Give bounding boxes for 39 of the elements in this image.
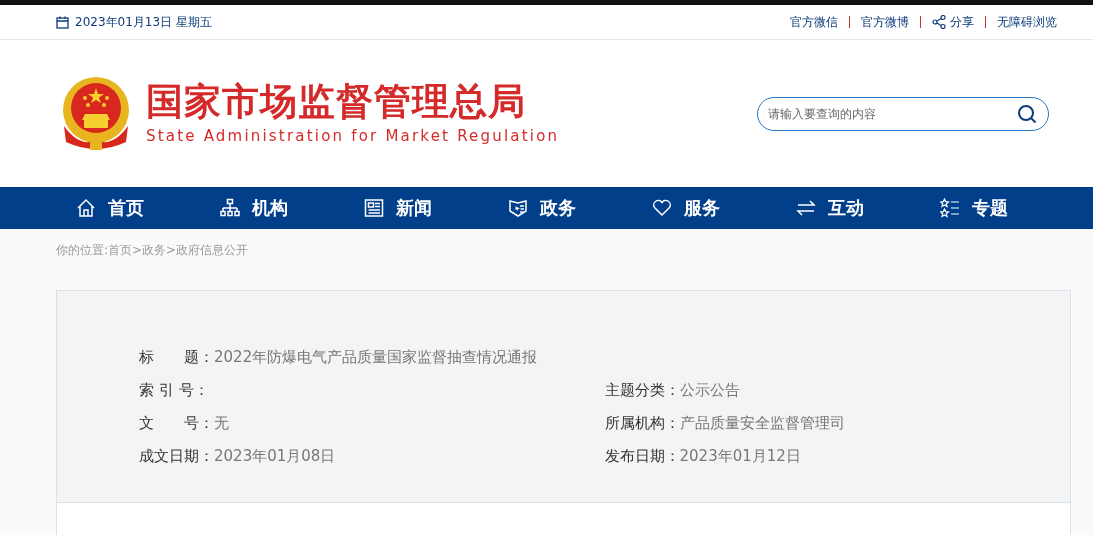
heart-icon	[652, 198, 672, 218]
top-link[interactable]: 无障碍浏览	[997, 13, 1057, 31]
top-link[interactable]: 官方微博	[861, 13, 909, 31]
breadcrumb: 你的位置:首页>政务>政府信息公开	[56, 242, 250, 259]
nav-link[interactable]: 政务	[540, 196, 576, 220]
top-link[interactable]: 官方微信	[790, 13, 838, 31]
newspaper-icon	[364, 198, 384, 218]
nav-link[interactable]: 专题	[972, 196, 1008, 220]
field-label: 标 题：	[139, 348, 214, 367]
field-value: 2023年01月08日	[214, 447, 336, 465]
field-label: 所属机构：	[604, 414, 680, 432]
site-title: 国家市场监督管理总局	[146, 82, 527, 123]
field-value: 无	[214, 414, 229, 432]
swap-arrows-icon	[796, 198, 816, 218]
nav-link[interactable]: 互动	[828, 196, 864, 220]
star-list-icon	[940, 198, 960, 218]
home-icon	[76, 198, 96, 218]
field-label: 成文日期：	[139, 447, 214, 465]
field-value: 2022年防爆电气产品质量国家监督抽查情况通报	[214, 348, 538, 367]
top-link[interactable]: 分享	[932, 13, 974, 31]
field-value: 公示公告	[679, 381, 740, 399]
nav-link[interactable]: 新闻	[396, 196, 432, 220]
field-label: 发布日期：	[604, 447, 680, 465]
search-field[interactable]: 请输入要查询的内容	[757, 96, 1049, 131]
field-label: 索 引 号：	[139, 381, 209, 399]
share-icon	[932, 15, 946, 29]
site-subtitle: State Administration for Market Regulation	[146, 126, 560, 145]
calendar-icon	[56, 15, 69, 29]
hierarchy-icon	[220, 198, 240, 218]
nav-link[interactable]: 服务	[684, 196, 720, 220]
field-value: 产品质量安全监督管理司	[679, 414, 845, 432]
field-label: 文 号：	[139, 414, 214, 432]
search-icon[interactable]	[1017, 103, 1037, 124]
shield-star-icon	[508, 198, 528, 218]
field-label: 主题分类：	[604, 381, 680, 399]
nav-link[interactable]: 首页	[108, 196, 144, 220]
current-date: 2023年01月13日 星期五	[75, 13, 212, 31]
field-value: 2023年01月12日	[679, 447, 801, 465]
nav-link[interactable]: 机构	[252, 196, 288, 220]
